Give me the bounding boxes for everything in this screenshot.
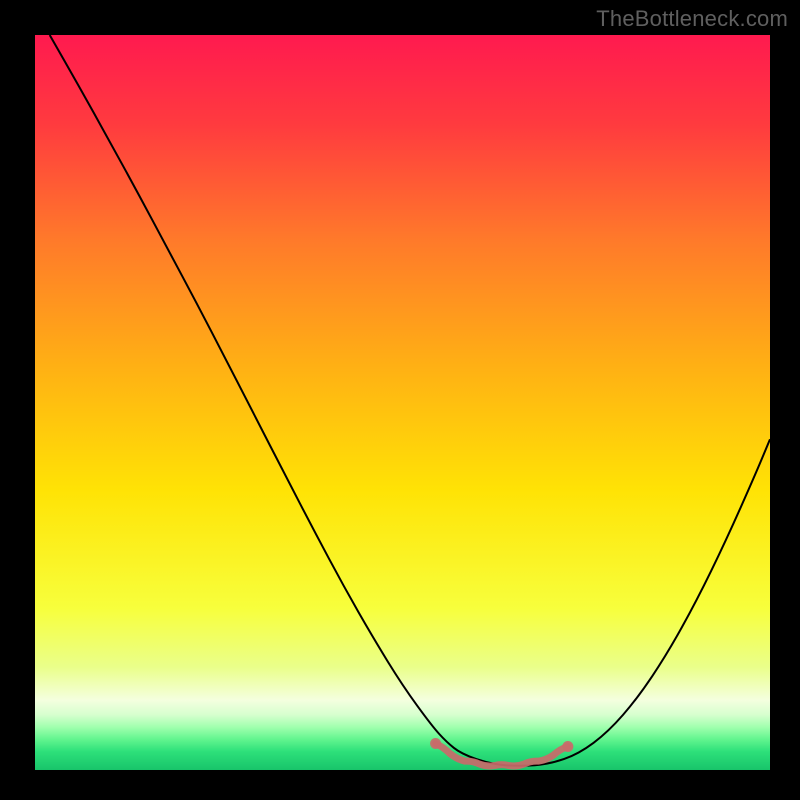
- chart-svg: [35, 35, 770, 770]
- gradient-background: [35, 35, 770, 770]
- watermark-label: TheBottleneck.com: [596, 6, 788, 32]
- plot-area: [35, 35, 770, 770]
- chart-frame: TheBottleneck.com: [0, 0, 800, 800]
